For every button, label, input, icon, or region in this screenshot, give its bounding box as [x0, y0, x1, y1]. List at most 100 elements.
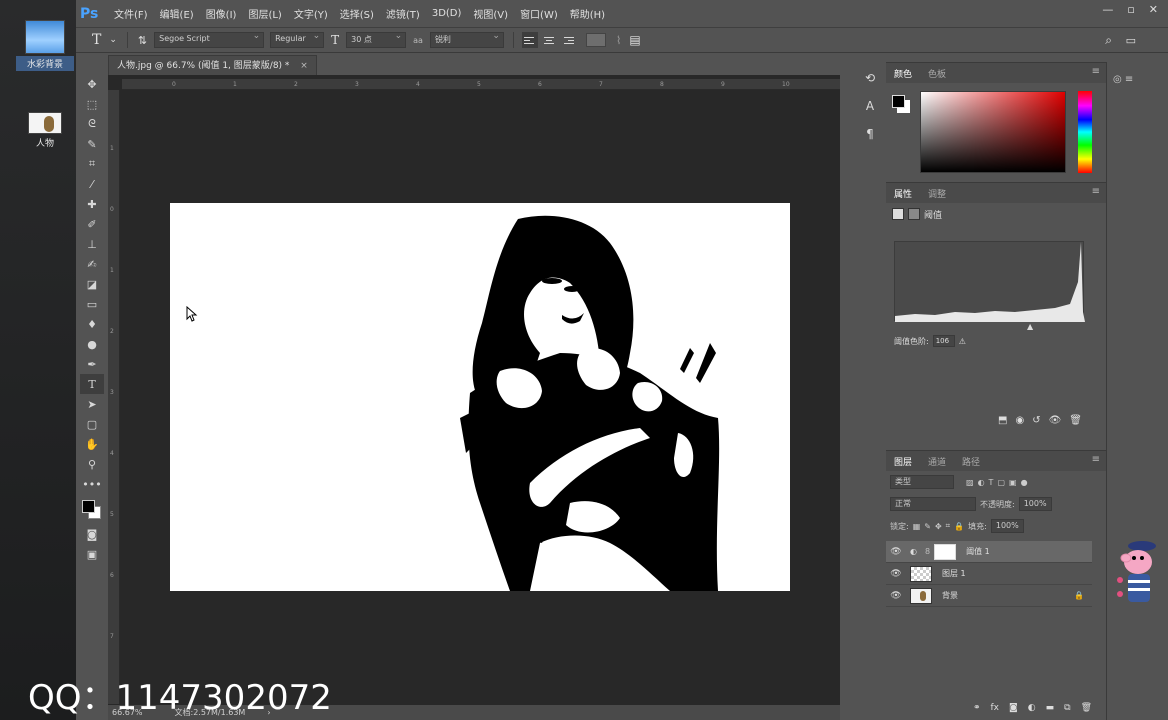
document-tab[interactable]: 人物.jpg @ 66.7% (阈值 1, 图层蒙版/8) * ×: [108, 55, 317, 75]
type-tool-icon[interactable]: T: [80, 374, 104, 394]
text-color-swatch[interactable]: [585, 33, 606, 47]
layer-filter-select[interactable]: 类型: [890, 475, 954, 489]
menu-edit[interactable]: 编辑(E): [154, 6, 200, 21]
maximize-icon[interactable]: ▫: [1127, 3, 1134, 16]
menu-layer[interactable]: 图层(L): [242, 6, 287, 21]
minimize-icon[interactable]: —: [1102, 3, 1113, 16]
gradient-tool-icon[interactable]: ▭: [80, 294, 104, 314]
panel-menu-icon[interactable]: ≡: [1092, 454, 1100, 465]
tab-properties[interactable]: 属性: [886, 187, 920, 200]
blend-mode-select[interactable]: 正常: [890, 497, 976, 511]
clip-to-layer-icon[interactable]: ⬒: [998, 415, 1007, 433]
tab-color[interactable]: 颜色: [886, 67, 920, 80]
chevron-down-icon[interactable]: ⌄: [109, 35, 117, 45]
close-tab-icon[interactable]: ×: [300, 61, 308, 71]
clone-stamp-tool-icon[interactable]: ⊥: [80, 234, 104, 254]
font-size-select[interactable]: 30 点: [346, 31, 407, 48]
menu-select[interactable]: 选择(S): [334, 6, 380, 21]
reset-icon[interactable]: ↺: [1032, 415, 1040, 433]
image-canvas[interactable]: [170, 203, 790, 591]
lock-all-icon[interactable]: 🔒: [954, 522, 964, 531]
menu-type[interactable]: 文字(Y): [288, 6, 334, 21]
tab-channels[interactable]: 通道: [920, 455, 954, 468]
link-layers-icon[interactable]: ⚭: [973, 703, 981, 720]
new-group-icon[interactable]: ▬: [1046, 703, 1055, 720]
layer-mask-thumbnail[interactable]: [934, 543, 957, 560]
lock-artboard-icon[interactable]: ⌗: [946, 521, 951, 531]
desktop-icon-person[interactable]: 人物: [16, 112, 74, 149]
font-family-select[interactable]: Segoe Script: [154, 31, 265, 48]
lock-move-icon[interactable]: ✥: [935, 522, 942, 531]
menu-file[interactable]: 文件(F): [108, 6, 154, 21]
type-tool-icon[interactable]: T: [92, 32, 101, 48]
add-mask-icon[interactable]: ◙: [1009, 703, 1018, 720]
new-adjustment-icon[interactable]: ◐: [1028, 703, 1036, 720]
warning-icon[interactable]: ⚠: [959, 337, 966, 346]
character-icon[interactable]: A: [856, 94, 884, 118]
hand-tool-icon[interactable]: ✋: [80, 434, 104, 454]
lock-transparent-icon[interactable]: ▦: [913, 522, 921, 531]
foreground-color-swatch[interactable]: [892, 95, 905, 108]
menu-help[interactable]: 帮助(H): [564, 6, 611, 21]
menu-view[interactable]: 视图(V): [467, 6, 514, 21]
delete-layer-icon[interactable]: 🗑: [1081, 703, 1092, 720]
fx-icon[interactable]: fx: [991, 703, 1000, 720]
quick-mask-icon[interactable]: ◙: [80, 524, 104, 544]
align-right-button[interactable]: [562, 32, 578, 48]
filter-toggle-icon[interactable]: ●: [1021, 478, 1028, 487]
filter-shape-icon[interactable]: ▢: [997, 478, 1005, 487]
menu-window[interactable]: 窗口(W): [514, 6, 564, 21]
view-previous-icon[interactable]: ◉: [1015, 415, 1024, 433]
fill-input[interactable]: 100%: [990, 519, 1024, 533]
path-select-tool-icon[interactable]: ➤: [80, 394, 104, 414]
healing-brush-tool-icon[interactable]: ✚: [80, 194, 104, 214]
menu-filter[interactable]: 滤镜(T): [380, 6, 426, 21]
threshold-level-input[interactable]: 106: [932, 335, 955, 347]
toggle-orientation-icon[interactable]: ⇅: [138, 34, 147, 47]
blur-tool-icon[interactable]: ♦: [80, 314, 104, 334]
libraries-icon[interactable]: ◎ ≡: [1113, 74, 1162, 85]
foreground-color-swatch[interactable]: [82, 500, 95, 513]
filter-adjustment-icon[interactable]: ◐: [978, 478, 985, 487]
screen-mode-icon[interactable]: ▣: [80, 544, 104, 564]
tab-adjustments[interactable]: 调整: [920, 187, 954, 200]
menu-3d[interactable]: 3D(D): [426, 8, 468, 19]
threshold-slider-handle[interactable]: ▲: [1027, 322, 1033, 331]
delete-icon[interactable]: 🗑: [1069, 415, 1082, 433]
color-picker-field[interactable]: [920, 91, 1066, 173]
search-icon[interactable]: ⌕: [1105, 33, 1112, 48]
antialias-select[interactable]: 锐利: [429, 31, 504, 48]
align-left-button[interactable]: [521, 32, 538, 48]
eraser-tool-icon[interactable]: ◪: [80, 274, 104, 294]
move-tool-icon[interactable]: ✥: [80, 74, 104, 94]
layer-row-threshold[interactable]: 👁 ◐ 8 阈值 1: [886, 541, 1092, 563]
warp-text-icon[interactable]: ⌇: [616, 34, 621, 47]
opacity-input[interactable]: 100%: [1018, 497, 1052, 511]
lasso-tool-icon[interactable]: ᘓ: [80, 114, 104, 134]
history-brush-tool-icon[interactable]: ✍: [80, 254, 104, 274]
more-tools-icon[interactable]: •••: [80, 474, 104, 494]
tab-layers[interactable]: 图层: [886, 455, 920, 468]
foreground-background-colors[interactable]: [80, 498, 104, 524]
visibility-icon[interactable]: 👁: [1049, 415, 1062, 433]
layer-row-layer1[interactable]: 👁 图层 1: [886, 563, 1092, 585]
tab-paths[interactable]: 路径: [954, 455, 988, 468]
workspace-icon[interactable]: ▭: [1126, 34, 1136, 47]
panel-menu-icon[interactable]: ≡: [1092, 186, 1100, 197]
font-style-select[interactable]: Regular: [270, 31, 325, 48]
hue-slider[interactable]: [1078, 91, 1092, 173]
close-icon[interactable]: ✕: [1149, 3, 1158, 16]
paragraph-icon[interactable]: ¶: [856, 122, 884, 146]
filter-type-icon[interactable]: T: [989, 478, 994, 487]
new-layer-icon[interactable]: ⧉: [1064, 703, 1070, 720]
eye-icon[interactable]: 👁: [886, 569, 906, 579]
layer-row-background[interactable]: 👁 背景 🔒: [886, 585, 1092, 607]
eye-icon[interactable]: 👁: [886, 591, 906, 601]
crop-tool-icon[interactable]: ⌗: [80, 154, 104, 174]
mask-icon[interactable]: [908, 208, 920, 220]
menu-image[interactable]: 图像(I): [200, 6, 243, 21]
filter-pixel-icon[interactable]: ▨: [966, 478, 974, 487]
marquee-tool-icon[interactable]: ⬚: [80, 94, 104, 114]
quick-select-tool-icon[interactable]: ✎: [80, 134, 104, 154]
dodge-tool-icon[interactable]: ●: [80, 334, 104, 354]
